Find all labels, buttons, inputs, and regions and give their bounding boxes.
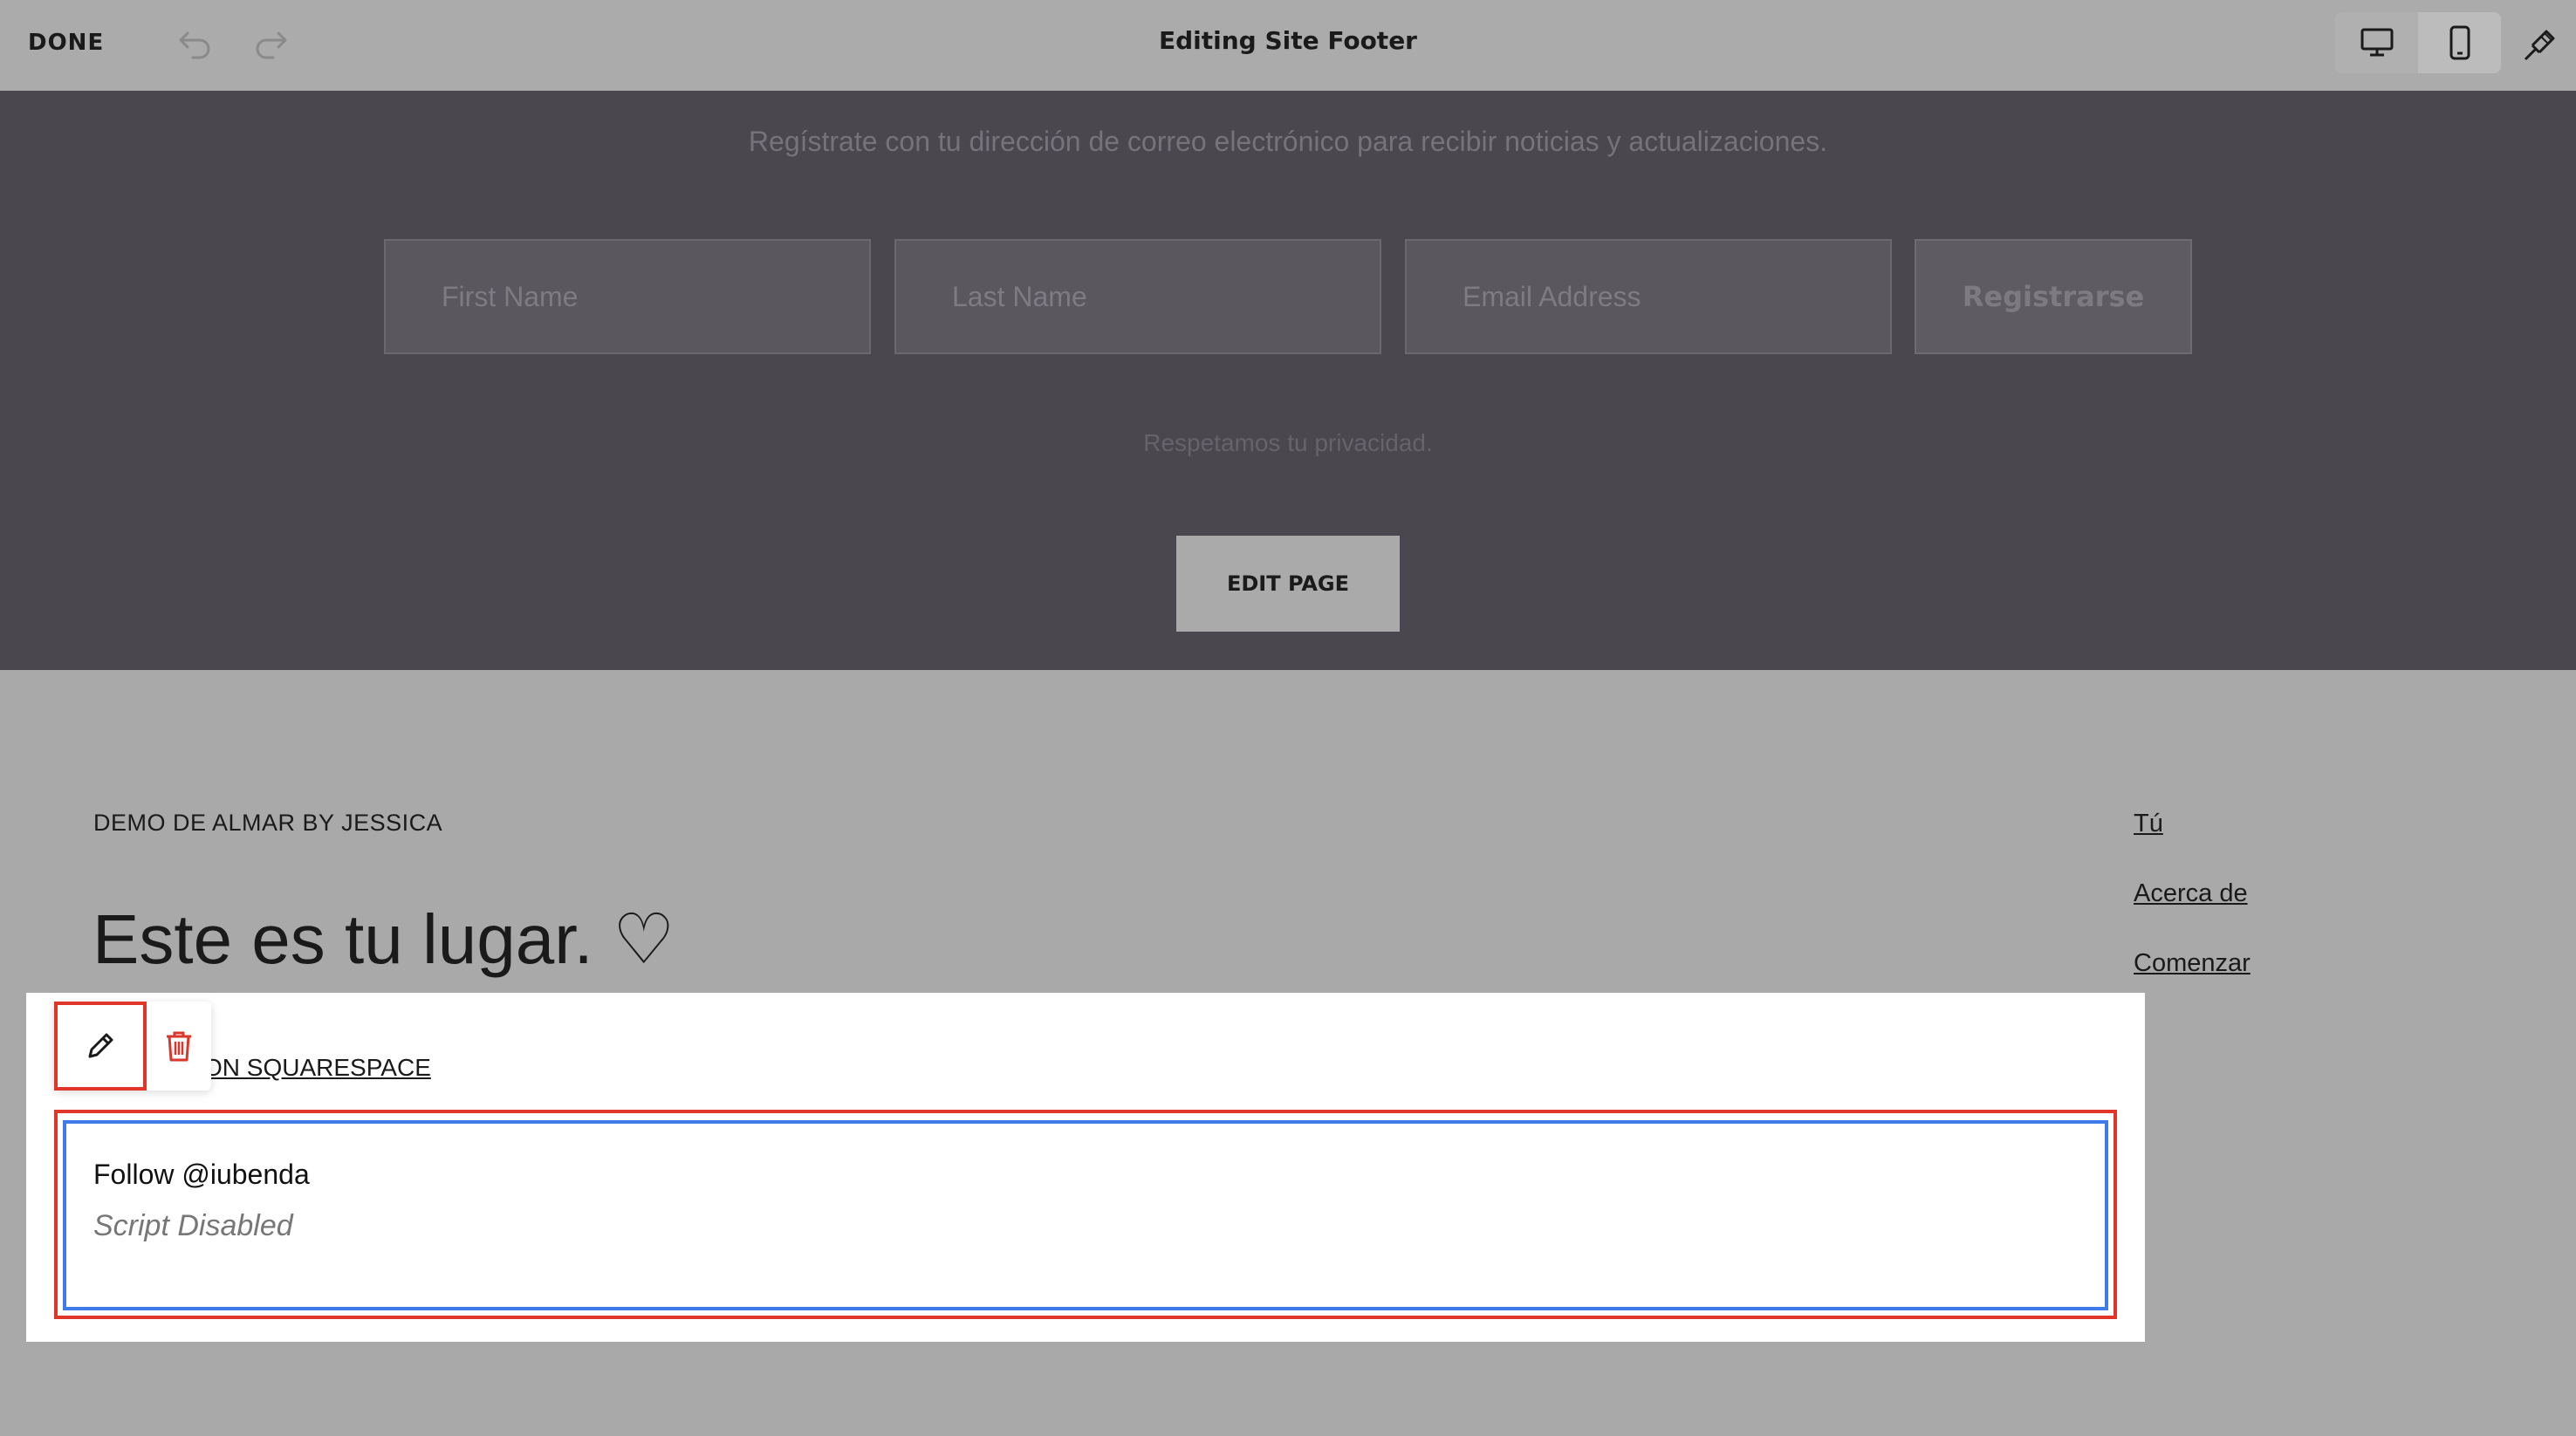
newsletter-description: Regístrate con tu dirección de correo el… xyxy=(748,126,1828,157)
mobile-icon xyxy=(2449,25,2470,60)
last-name-field[interactable]: Last Name xyxy=(894,239,1381,354)
embed-block-title: Follow @iubenda xyxy=(93,1159,310,1190)
email-field[interactable]: Email Address xyxy=(1405,239,1892,354)
footer-headline: Este es tu lugar. ♡ xyxy=(92,900,675,978)
desktop-view-button[interactable] xyxy=(2335,12,2418,73)
mobile-view-button[interactable] xyxy=(2418,12,2501,73)
pencil-icon xyxy=(88,1033,113,1058)
squarespace-link[interactable]: ON SQUARESPACE xyxy=(203,1054,431,1082)
page-title: Editing Site Footer xyxy=(1158,26,1417,55)
footer-nav-link-comenzar[interactable]: Comenzar xyxy=(2134,949,2251,978)
site-brand: DEMO DE ALMAR BY JESSICA xyxy=(93,810,443,836)
first-name-field[interactable]: First Name xyxy=(384,239,871,354)
footer-nav-link-tu[interactable]: Tú xyxy=(2134,810,2251,838)
editor-toolbar: DONE Editing Site Footer xyxy=(0,0,2576,91)
embed-block-status: Script Disabled xyxy=(93,1209,293,1242)
trash-icon xyxy=(167,1031,191,1062)
desktop-icon xyxy=(2360,28,2393,57)
paintbrush-icon xyxy=(2524,30,2555,61)
device-toggle xyxy=(2335,12,2501,73)
embed-block[interactable] xyxy=(63,1120,2108,1310)
newsletter-section: Regístrate con tu dirección de correo el… xyxy=(0,91,2576,670)
delete-block-button[interactable] xyxy=(147,1002,211,1091)
footer-nav-link-acerca[interactable]: Acerca de xyxy=(2134,879,2251,908)
site-styles-button[interactable] xyxy=(2513,19,2566,72)
privacy-note: Respetamos tu privacidad. xyxy=(1143,429,1433,456)
footer-nav: Tú Acerca de Comenzar xyxy=(2134,810,2251,1019)
edit-block-button[interactable] xyxy=(54,1002,147,1091)
edit-page-button[interactable]: EDIT PAGE xyxy=(1176,536,1400,632)
register-button[interactable]: Registrarse xyxy=(1915,239,2192,354)
